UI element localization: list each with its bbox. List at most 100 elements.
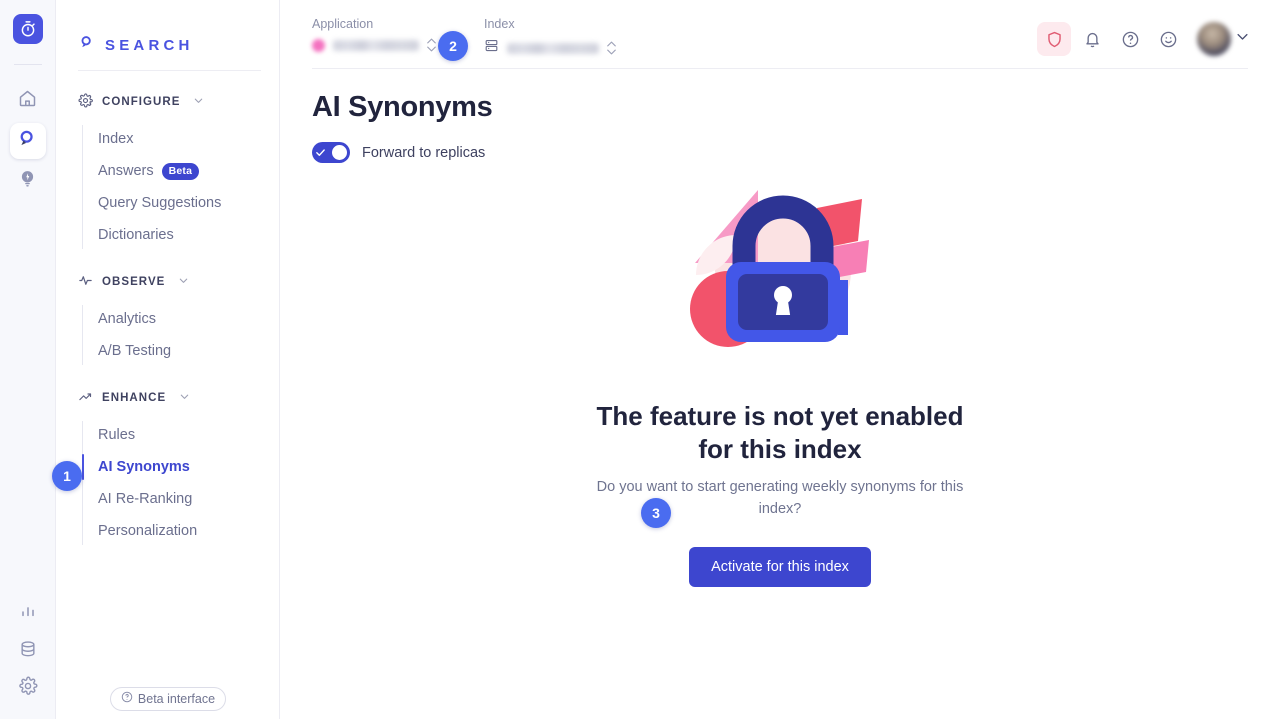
bar-chart-icon[interactable] [18,602,38,627]
page-title: AI Synonyms [312,91,493,123]
trending-up-icon [78,389,93,407]
pulse-icon [78,273,93,291]
index-label: Index [484,17,515,31]
smiley-icon[interactable] [1151,22,1185,56]
rail-item-home[interactable] [10,83,46,119]
empty-state-title-line2: for this index [698,433,862,464]
sidebar-item-label: Dictionaries [98,227,174,243]
gear-icon [78,93,93,111]
search-pin-icon [78,34,95,56]
sidebar-divider [78,70,261,71]
sidebar-item-index[interactable]: Index [82,123,279,155]
rail-item-recommend[interactable] [10,163,46,199]
home-icon [17,88,38,114]
nav-section-label: ENHANCE [102,392,167,404]
index-value-row[interactable] [484,38,616,58]
bell-icon[interactable] [1075,22,1109,56]
sidebar-item-ai-synonyms[interactable]: AI Synonyms [82,451,279,483]
sidebar-item-ab-testing[interactable]: A/B Testing [82,335,279,367]
rail-bottom-group [0,602,56,701]
sidebar-item-ai-re-ranking[interactable]: AI Re-Ranking [82,483,279,515]
beta-badge: Beta [161,162,200,180]
stepper-icon[interactable] [607,41,616,55]
icon-rail [0,0,56,719]
sidebar-item-label: A/B Testing [98,343,172,359]
nav-list-observe: Analytics A/B Testing [56,303,279,367]
beta-interface-footer: Beta interface [56,687,280,711]
cta-row: Activate for this index [689,546,871,587]
empty-state: The feature is not yet enabled for this … [312,183,1248,587]
sidebar-item-label: Index [98,131,134,147]
forward-to-replicas-toggle[interactable] [312,142,350,163]
nav-section-label: CONFIGURE [102,96,181,108]
chevron-down-icon [178,275,189,289]
activate-button[interactable]: Activate for this index [689,546,871,587]
nav-list-configure: Index Answers Beta Query Suggestions Dic… [56,123,279,251]
index-selector[interactable]: Index [484,17,616,58]
chevron-down-icon [1235,29,1250,49]
sidebar-item-analytics[interactable]: Analytics [82,303,279,335]
user-menu[interactable] [1197,22,1250,56]
beta-interface-pill[interactable]: Beta interface [109,687,227,711]
search-icon [17,128,38,154]
recommend-bulb-icon [17,168,38,194]
beta-interface-label: Beta interface [137,691,216,706]
sidebar-item-label: Rules [98,427,136,443]
check-icon [316,149,325,156]
sidebar-item-label: AI Re-Ranking [98,491,193,507]
step-badge-3: 3 [641,498,671,528]
brand-label: SEARCH [105,36,194,54]
main-panel: Application Index AI Synonyms Forward to… [280,0,1280,719]
stopwatch-logo-icon[interactable] [12,14,43,44]
topbar-icons [1037,22,1250,68]
sidebar-item-label: Answers [98,163,154,179]
toggle-knob [332,145,347,160]
chevron-down-icon [193,95,204,109]
app-dot-icon [312,38,325,52]
chevron-down-icon [179,391,190,405]
help-circle-icon [121,691,133,706]
shield-icon[interactable] [1037,22,1071,56]
application-label: Application [312,17,374,31]
sidebar-item-personalization[interactable]: Personalization [82,515,279,547]
nav-section-header-configure[interactable]: CONFIGURE [56,89,279,115]
nav-section-header-observe[interactable]: OBSERVE [56,269,279,295]
sidebar-item-dictionaries[interactable]: Dictionaries [82,219,279,251]
application-value-row[interactable] [312,38,436,52]
empty-state-title: The feature is not yet enabled for this … [597,400,964,465]
rail-divider [13,64,42,65]
nav-section-label: OBSERVE [102,276,166,288]
index-stack-icon [484,38,499,58]
forward-to-replicas-row: Forward to replicas [312,142,1248,163]
index-value-redacted [507,42,599,54]
sidebar: SEARCH CONFIGURE Index Answers Beta Quer… [56,0,280,719]
application-selector[interactable]: Application [312,17,436,52]
sidebar-item-label: Personalization [98,523,198,539]
topbar: Application Index [280,0,1280,68]
nav-list-enhance: Rules AI Synonyms AI Re-Ranking Personal… [56,419,279,547]
help-circle-icon[interactable] [1113,22,1147,56]
nav-section-enhance: ENHANCE Rules AI Synonyms AI Re-Ranking … [56,385,279,547]
nav-section-header-enhance[interactable]: ENHANCE [56,385,279,411]
gear-icon[interactable] [18,676,38,701]
step-badge-2: 2 [438,31,468,61]
sidebar-item-label: AI Synonyms [98,459,190,475]
nav-section-configure: CONFIGURE Index Answers Beta Query Sugge… [56,89,279,251]
sidebar-item-answers[interactable]: Answers Beta [82,155,279,187]
brand: SEARCH [56,0,279,66]
sidebar-item-rules[interactable]: Rules [82,419,279,451]
application-value-redacted [333,39,419,51]
sidebar-item-query-suggestions[interactable]: Query Suggestions [82,187,279,219]
app-root: SEARCH CONFIGURE Index Answers Beta Quer… [0,0,1280,719]
padlock-illustration [680,183,880,374]
step-badge-1: 1 [52,461,82,491]
rail-item-search[interactable] [9,123,46,159]
forward-to-replicas-label: Forward to replicas [362,144,486,161]
page-content: AI Synonyms Forward to replicas The feat… [280,69,1280,587]
database-icon[interactable] [18,639,38,664]
sidebar-item-label: Query Suggestions [98,195,222,211]
empty-state-title-line1: The feature is not yet enabled [596,401,964,431]
stepper-icon[interactable] [427,38,436,52]
nav-section-observe: OBSERVE Analytics A/B Testing [56,269,279,367]
avatar [1197,22,1231,56]
